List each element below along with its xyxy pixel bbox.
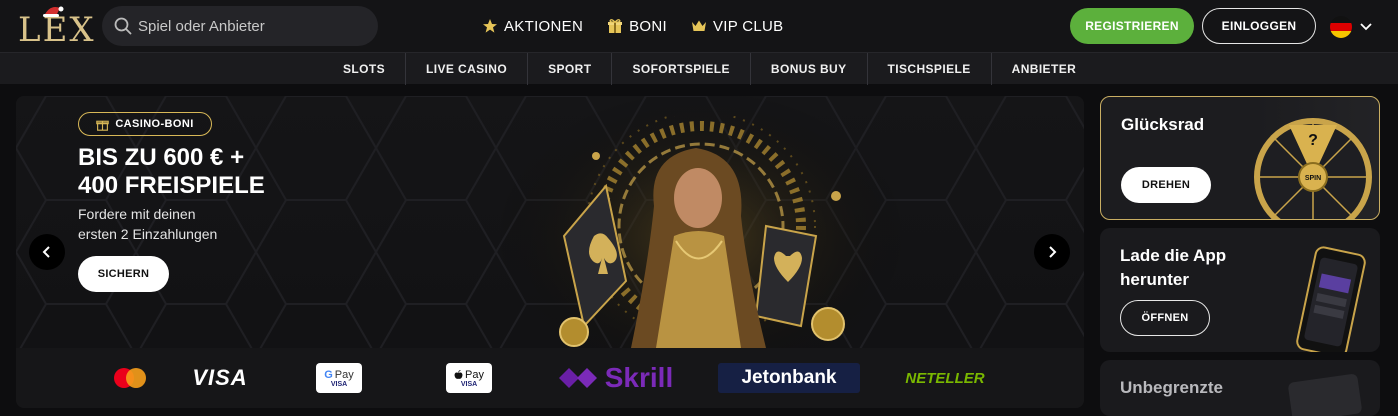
fortune-wheel-icon: ? SPIN: [1254, 118, 1372, 219]
chevron-right-icon: [1049, 246, 1057, 258]
visa-logo: VISA: [188, 362, 252, 394]
jetonbank-text: Jetonbank: [741, 367, 837, 388]
app-card-title-line2: herunter: [1120, 270, 1189, 289]
applepay-text: Pay: [465, 368, 484, 381]
hero-subtitle: Fordere mit deinen ersten 2 Einzahlungen: [78, 204, 278, 244]
gift-icon: [608, 19, 623, 33]
login-button[interactable]: EINLOGGEN: [1202, 8, 1316, 44]
claim-bonus-button[interactable]: SICHERN: [78, 256, 169, 292]
spin-wheel-button[interactable]: DREHEN: [1121, 167, 1211, 203]
category-sofortspiele[interactable]: SOFORTSPIELE: [611, 53, 749, 85]
skrill-diamond-icon: [558, 368, 597, 388]
app-download-card[interactable]: Lade die App herunter ÖFFNEN: [1100, 228, 1380, 352]
register-button[interactable]: REGISTRIEREN: [1070, 8, 1194, 44]
hero-subtitle-line2: ersten 2 Einzahlungen: [78, 226, 218, 242]
gpay-visa-text: VISA: [330, 380, 348, 388]
card-decoration: [1287, 373, 1363, 416]
hero-title-line1: BIS ZU 600 € +: [78, 144, 245, 171]
hero-subtitle-line1: Fordere mit deinen: [78, 206, 196, 222]
skrill-text: Skrill: [604, 362, 674, 393]
jetonbank-logo: Jetonbank: [718, 363, 860, 393]
wheel-card[interactable]: Glücksrad DREHEN ? SPIN: [1100, 96, 1380, 220]
language-selector[interactable]: [1330, 16, 1380, 38]
apple-icon: [454, 369, 463, 379]
unlimited-card[interactable]: Unbegrenzte: [1100, 360, 1380, 416]
search-bar[interactable]: [102, 6, 378, 46]
badge-label: CASINO-BONI: [115, 118, 194, 130]
hero-illustration: [559, 116, 845, 348]
card-suit-spade-icon: [562, 183, 628, 329]
woman-figure: [631, 148, 766, 348]
category-bonus-buy[interactable]: BONUS BUY: [749, 53, 867, 85]
neteller-logo: NETELLER: [900, 362, 990, 394]
visa-text: VISA: [192, 365, 248, 390]
search-icon: [114, 17, 132, 35]
wheel-spin-label: SPIN: [1305, 175, 1321, 182]
category-slots[interactable]: SLOTS: [323, 53, 405, 85]
hero-banner: CASINO-BONI BIS ZU 600 € + 400 FREISPIEL…: [16, 96, 1084, 408]
category-live-casino[interactable]: LIVE CASINO: [405, 53, 527, 85]
carousel-prev-button[interactable]: [29, 234, 65, 270]
nav-vip-club[interactable]: VIP CLUB: [691, 14, 784, 38]
nav-vip-club-label: VIP CLUB: [712, 17, 784, 35]
nav-aktionen[interactable]: AKTIONEN: [482, 14, 583, 38]
neteller-text: NETELLER: [905, 369, 985, 387]
top-nav: AKTIONEN BONI VIP CLUB: [482, 14, 783, 38]
santa-hat-icon: [43, 6, 64, 17]
top-header: LEX AKTIONEN BONI VIP CLUB REGISTRIEREN …: [0, 0, 1398, 52]
app-card-title: Lade die App herunter: [1120, 244, 1226, 292]
category-list: SLOTS LIVE CASINO SPORT SOFORTSPIELE BON…: [323, 53, 1096, 85]
chevron-down-icon: [1360, 23, 1372, 31]
nav-boni-label: BONI: [629, 17, 667, 35]
open-app-button[interactable]: ÖFFNEN: [1120, 300, 1210, 336]
star-icon: [483, 19, 497, 33]
search-input[interactable]: [138, 6, 368, 46]
category-anbieter[interactable]: ANBIETER: [990, 53, 1097, 85]
wheel-question-mark: ?: [1308, 132, 1318, 149]
unlimited-card-title: Unbegrenzte: [1120, 378, 1223, 397]
nav-boni[interactable]: BONI: [607, 14, 667, 38]
carousel-next-button[interactable]: [1034, 234, 1070, 270]
de-flag-icon: [1330, 16, 1352, 38]
chevron-left-icon: [42, 246, 50, 258]
google-pay-logo: G Pay VISA: [316, 363, 362, 393]
hero-title: BIS ZU 600 € + 400 FREISPIELE: [78, 144, 338, 200]
gift-icon: [96, 120, 110, 131]
app-card-title-line1: Lade die App: [1120, 246, 1227, 265]
category-sport[interactable]: SPORT: [527, 53, 611, 85]
nav-aktionen-label: AKTIONEN: [504, 17, 584, 35]
casino-bonus-badge: CASINO-BONI: [78, 112, 212, 136]
card-suit-heart-icon: [754, 224, 818, 328]
crown-icon: [691, 20, 706, 31]
apple-pay-logo: Pay VISA: [446, 363, 492, 393]
applepay-visa-text: VISA: [460, 380, 478, 388]
google-g-icon: G: [324, 368, 333, 381]
mastercard-logo: [112, 362, 148, 394]
mastercard-icon: [114, 368, 146, 388]
category-bar: SLOTS LIVE CASINO SPORT SOFORTSPIELE BON…: [0, 52, 1398, 85]
site-logo[interactable]: LEX: [14, 4, 94, 50]
payment-methods-bar: VISA G Pay VISA Pay VISA Skrill Jetonban…: [16, 348, 1084, 408]
category-tischspiele[interactable]: TISCHSPIELE: [866, 53, 991, 85]
phone-mockup-icon: [1296, 246, 1366, 352]
gpay-text: Pay: [334, 368, 354, 381]
hero-title-line2: 400 FREISPIELE: [78, 172, 265, 199]
skrill-logo: Skrill: [552, 362, 680, 394]
wheel-card-title: Glücksrad: [1121, 115, 1205, 134]
